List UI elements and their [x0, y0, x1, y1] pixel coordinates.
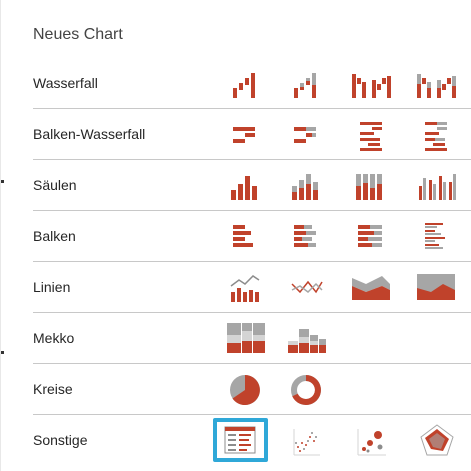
column-100-icon[interactable] [348, 168, 398, 204]
row-linien: Linien [33, 262, 471, 313]
waterfall-stacked-icon[interactable] [284, 66, 334, 102]
area-100-icon[interactable] [413, 270, 463, 306]
scatter-icon[interactable] [284, 423, 334, 459]
row-label: Kreise [33, 381, 73, 397]
row-balken-wasserfall: Balken-Wasserfall [33, 109, 471, 160]
bar-waterfall-stacked-icon[interactable] [284, 117, 334, 153]
line-icon[interactable] [284, 270, 334, 306]
row-saeulen: Säulen [33, 160, 471, 211]
waterfall-clustered-icon[interactable] [348, 66, 398, 102]
column-icon[interactable] [223, 168, 273, 204]
waterfall-clustered-stacked-icon[interactable] [413, 66, 463, 102]
row-label: Sonstige [33, 432, 88, 448]
bar-clustered-icon[interactable] [413, 219, 463, 255]
row-label: Balken-Wasserfall [33, 126, 146, 142]
bubble-icon[interactable] [348, 423, 398, 459]
area-icon[interactable] [348, 270, 398, 306]
bar-waterfall-icon[interactable] [223, 117, 273, 153]
bar-100-icon[interactable] [348, 219, 398, 255]
waterfall-icon[interactable] [223, 66, 273, 102]
row-label: Balken [33, 228, 76, 244]
row-label: Wasserfall [33, 75, 98, 91]
row-label: Säulen [33, 177, 77, 193]
row-wasserfall: Wasserfall [33, 58, 471, 109]
panel-title: Neues Chart [33, 26, 123, 43]
table-icon[interactable] [213, 418, 268, 462]
row-kreise: Kreise [33, 364, 471, 415]
mekko-icon[interactable] [223, 321, 273, 357]
row-sonstige: Sonstige [33, 415, 471, 466]
left-edge-mark [1, 180, 4, 183]
row-label: Mekko [33, 330, 75, 346]
column-stacked-icon[interactable] [284, 168, 334, 204]
bar-stacked-icon[interactable] [284, 219, 334, 255]
bar-waterfall-clustered-stacked-icon[interactable] [413, 117, 463, 153]
doughnut-icon[interactable] [284, 372, 334, 408]
pie-icon[interactable] [223, 372, 273, 408]
row-label: Linien [33, 279, 71, 295]
mekko-stacked-icon[interactable] [284, 321, 334, 357]
radar-icon[interactable] [413, 423, 463, 459]
left-edge-mark [1, 351, 4, 354]
row-mekko: Mekko [33, 313, 471, 364]
bar-icon[interactable] [223, 219, 273, 255]
new-chart-panel: Neues Chart Wasserfall Balken-Wasserfall [15, 10, 471, 471]
row-balken: Balken [33, 211, 471, 262]
column-clustered-icon[interactable] [413, 168, 463, 204]
line-column-icon[interactable] [223, 270, 273, 306]
bar-waterfall-clustered-icon[interactable] [348, 117, 398, 153]
left-edge-line [0, 0, 1, 471]
